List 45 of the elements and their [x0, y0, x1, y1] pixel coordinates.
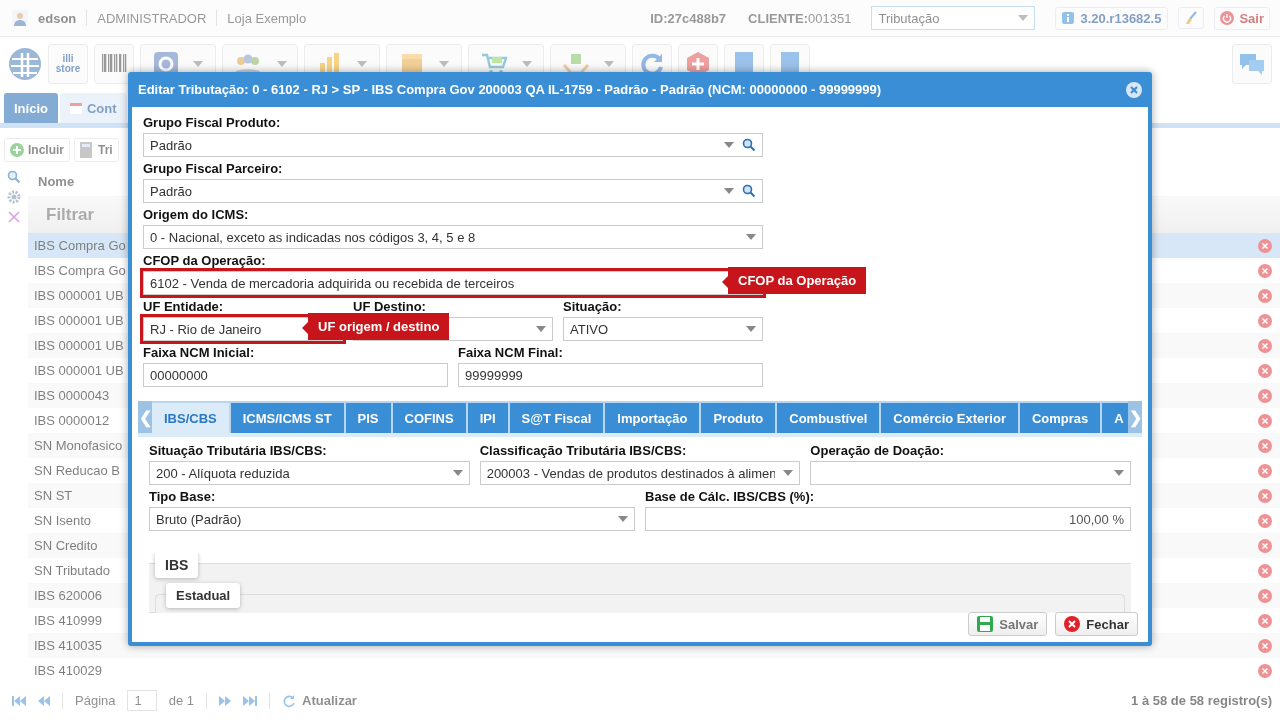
- field-label: Operação de Doação:: [810, 443, 945, 458]
- table-cell: IBS 620006: [34, 588, 102, 603]
- table-cell: SN Credito: [34, 538, 98, 553]
- field-label: Situação:: [563, 299, 623, 314]
- field-label: CFOP da Operação:: [143, 253, 267, 268]
- field-label: Origem do ICMS:: [143, 207, 250, 222]
- field-label: Faixa NCM Final:: [458, 345, 564, 360]
- table-cell: IBS 0000012: [34, 413, 110, 428]
- table-cell: SN Isento: [34, 513, 92, 528]
- table-cell: IBS Compra Go: [34, 238, 126, 253]
- session-id: ID:27c488b7: [650, 10, 727, 26]
- table-cell: SN Tributado: [34, 563, 110, 578]
- page-count: de 1: [168, 693, 195, 708]
- table-cell: SN Monofasico: [34, 438, 123, 453]
- store-name: Loja Exemplo: [227, 10, 307, 26]
- client-id: CLIENTE:001351: [748, 10, 852, 26]
- field-label: Situação Tributária IBS/CBS:: [149, 443, 328, 458]
- table-cell: IBS 410999: [34, 613, 102, 628]
- field-label: Grupo Fiscal Produto:: [143, 115, 282, 130]
- field-label: UF Destino:: [353, 299, 427, 314]
- field-label: Tipo Base:: [149, 489, 217, 504]
- table-cell: IBS 000001 UB: [34, 313, 124, 328]
- field-label: Classificação Tributária IBS/CBS:: [479, 443, 688, 458]
- table-cell: IBS Compra Go: [34, 263, 126, 278]
- table-cell: IBS 0000043: [34, 388, 110, 403]
- user-role: ADMINISTRADOR: [97, 10, 207, 26]
- page-label: Página: [75, 693, 116, 708]
- record-count: 1 à 58 de 58 registro(s): [1131, 693, 1272, 708]
- dialog-title: Editar Tributação: 0 - 6102 - RJ > SP - IBS Compra Gov 200003 QA IL-1759 - Padrão - Padrão (NCM: 00000000 - 99999999): [138, 82, 883, 97]
- callout-label: CFOP da Operação: [721, 267, 867, 294]
- callout-label: UF origem / destino: [301, 313, 450, 340]
- field-label: Base de Cálc. IBS/CBS (%):: [645, 489, 816, 504]
- table-cell: IBS 000001 UB: [34, 363, 124, 378]
- user-name: edson: [38, 10, 77, 26]
- fieldset-legend: Estadual: [166, 583, 241, 608]
- table-cell: IBS 410035: [34, 638, 102, 653]
- field-label: UF Entidade:: [143, 299, 225, 314]
- table-cell: SN ST: [34, 488, 73, 503]
- table-cell: IBS 000001 UB: [34, 338, 124, 353]
- table-cell: SN Reducao B: [34, 463, 120, 478]
- field-label: Grupo Fiscal Parceiro:: [143, 161, 284, 176]
- table-cell: IBS 000001 UB: [34, 288, 124, 303]
- fieldset-legend: IBS: [155, 553, 199, 578]
- field-label: Faixa NCM Inicial:: [143, 345, 256, 360]
- table-cell: IBS 410029: [34, 663, 102, 678]
